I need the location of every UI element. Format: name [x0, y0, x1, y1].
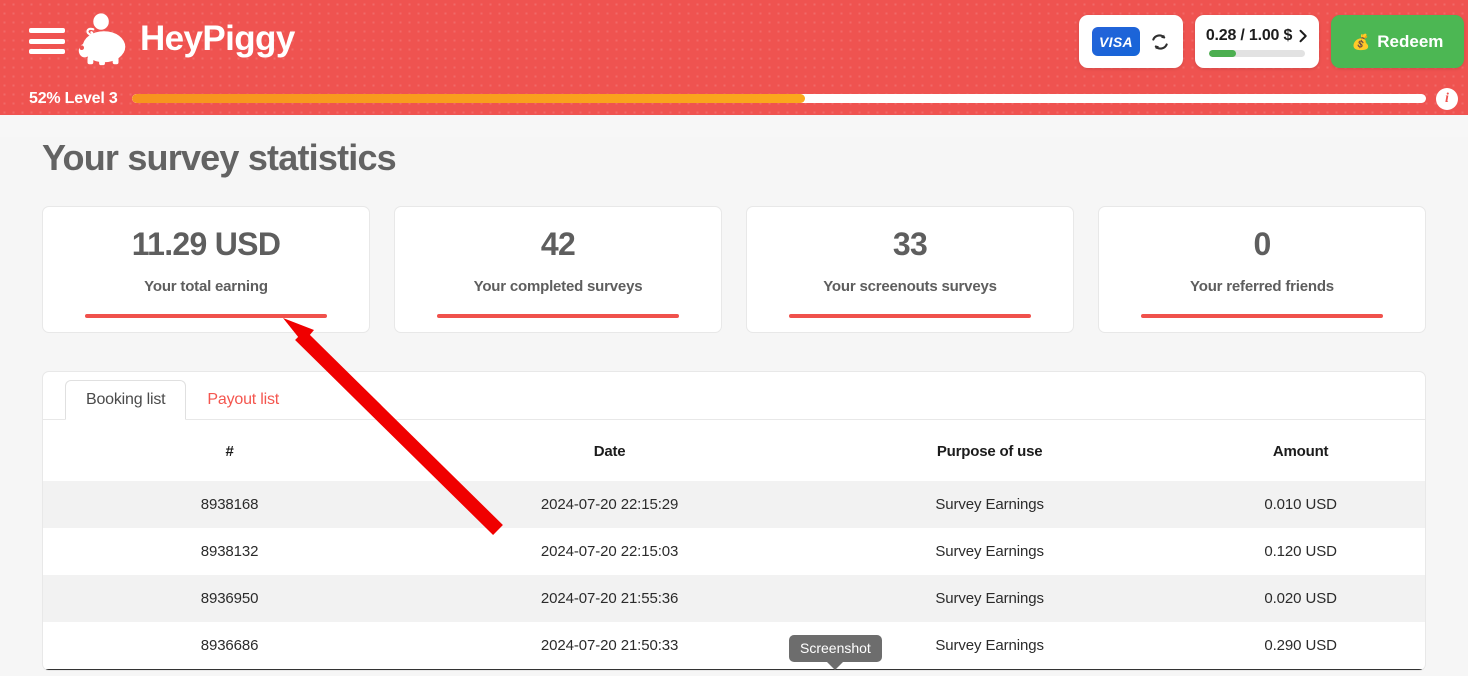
column-header-id[interactable]: # [43, 420, 416, 481]
level-progress-row: 52% Level 3 i [0, 82, 1468, 115]
stat-value: 42 [540, 226, 576, 262]
stat-label: Your screenouts surveys [823, 278, 997, 295]
tab-payout-list[interactable]: Payout list [186, 380, 300, 420]
stat-value: 11.29 USD [131, 226, 281, 262]
cell-amount: 0.020 USD [1176, 575, 1425, 622]
stat-card-referred-friends: 0 Your referred friends [1098, 206, 1426, 333]
table-row[interactable]: 8936686 2024-07-20 21:50:33 Survey Earni… [43, 622, 1425, 670]
hamburger-menu-icon[interactable] [29, 28, 65, 54]
stat-underline [85, 314, 327, 318]
table-header-row: # Date Purpose of use Amount [43, 420, 1425, 481]
stat-underline [789, 314, 1031, 318]
chevron-right-icon [1299, 29, 1307, 42]
cell-date: 2024-07-20 22:15:29 [416, 481, 804, 528]
table-row[interactable]: 8938168 2024-07-20 22:15:29 Survey Earni… [43, 481, 1425, 528]
cell-amount: 0.010 USD [1176, 481, 1425, 528]
table-row[interactable]: 8936950 2024-07-20 21:55:36 Survey Earni… [43, 575, 1425, 622]
stat-label: Your total earning [144, 278, 268, 295]
balance-row: 0.28 / 1.00 $ [1206, 27, 1308, 45]
balance-amount: 0.28 / 1.00 $ [1205, 26, 1293, 44]
balance-widget[interactable]: 0.28 / 1.00 $ [1195, 15, 1319, 68]
stat-label: Your referred friends [1190, 278, 1334, 295]
stat-card-screenouts-surveys: 33 Your screenouts surveys [746, 206, 1074, 333]
table-body: 8938168 2024-07-20 22:15:29 Survey Earni… [43, 481, 1425, 670]
cell-id: 8936950 [43, 575, 417, 622]
stat-underline [437, 314, 679, 318]
hamburger-bar [29, 28, 65, 33]
header-top-bar: HeyPiggy VISA 0.28 / 1.00 $ 💰 Redeem [0, 0, 1468, 80]
cell-date: 2024-07-20 21:50:33 [416, 622, 804, 670]
cell-purpose: Survey Earnings [935, 543, 1044, 560]
brand-name: HeyPiggy [140, 19, 295, 58]
stat-value: 0 [1253, 226, 1271, 262]
page-title: Your survey statistics [42, 137, 397, 178]
panel-tabs: Booking list Payout list [43, 372, 1425, 420]
redeem-button-label: Redeem [1377, 31, 1444, 51]
refresh-swap-icon[interactable] [1150, 32, 1170, 52]
column-header-date[interactable]: Date [416, 420, 803, 481]
redeem-button[interactable]: 💰 Redeem [1331, 15, 1464, 68]
stat-card-completed-surveys: 42 Your completed surveys [394, 206, 722, 333]
cell-purpose: Survey Earnings [803, 481, 1177, 528]
tab-booking-list[interactable]: Booking list [65, 380, 187, 420]
transactions-panel: Booking list Payout list # Date Purpose … [42, 371, 1426, 671]
hamburger-bar [29, 38, 65, 44]
column-header-purpose[interactable]: Purpose of use [803, 420, 1176, 481]
stat-card-total-earning: 11.29 USD Your total earning [42, 206, 370, 333]
info-icon[interactable]: i [1436, 87, 1458, 110]
cell-amount: 0.290 USD [1176, 622, 1425, 670]
balance-progress-track [1209, 49, 1305, 57]
stat-underline [1141, 314, 1383, 318]
cell-id: 8938168 [43, 481, 417, 528]
stat-value: 33 [892, 226, 928, 262]
stat-label: Your completed surveys [473, 278, 643, 295]
payment-card-widget[interactable]: VISA [1079, 15, 1183, 68]
booking-list-table: # Date Purpose of use Amount 8938168 202… [43, 420, 1425, 670]
cell-amount: 0.120 USD [1264, 543, 1337, 560]
main-content: Your survey statistics 11.29 USD Your to… [0, 137, 1468, 676]
column-header-amount[interactable]: Amount [1176, 420, 1425, 481]
level-progress-track[interactable] [131, 94, 1426, 103]
piggy-bank-icon [78, 13, 126, 66]
cell-id: 8938132 [200, 543, 259, 560]
screenshot-tooltip: Screenshot [789, 635, 882, 662]
table-row[interactable]: 8938132 2024-07-20 22:15:03 Survey Earni… [43, 528, 1425, 575]
balance-progress-fill [1209, 49, 1236, 57]
brand-logo-link[interactable]: HeyPiggy [72, 8, 295, 70]
level-progress-fill [131, 94, 805, 103]
stats-cards-row: 11.29 USD Your total earning 42 Your com… [42, 206, 1426, 333]
visa-logo: VISA [1092, 27, 1140, 56]
money-bag-icon: 💰 [1351, 33, 1371, 51]
cell-date: 2024-07-20 22:15:03 [540, 543, 679, 560]
cell-id: 8936686 [43, 622, 417, 670]
header-actions: VISA 0.28 / 1.00 $ 💰 Redeem [1079, 15, 1468, 68]
hamburger-bar [29, 49, 65, 54]
level-label: 52% Level 3 [29, 89, 118, 107]
table-header: # Date Purpose of use Amount [43, 420, 1425, 481]
app-header: HeyPiggy VISA 0.28 / 1.00 $ 💰 Redeem 52%… [0, 0, 1468, 115]
cell-date: 2024-07-20 21:55:36 [416, 575, 804, 622]
cell-purpose: Survey Earnings [803, 575, 1177, 622]
